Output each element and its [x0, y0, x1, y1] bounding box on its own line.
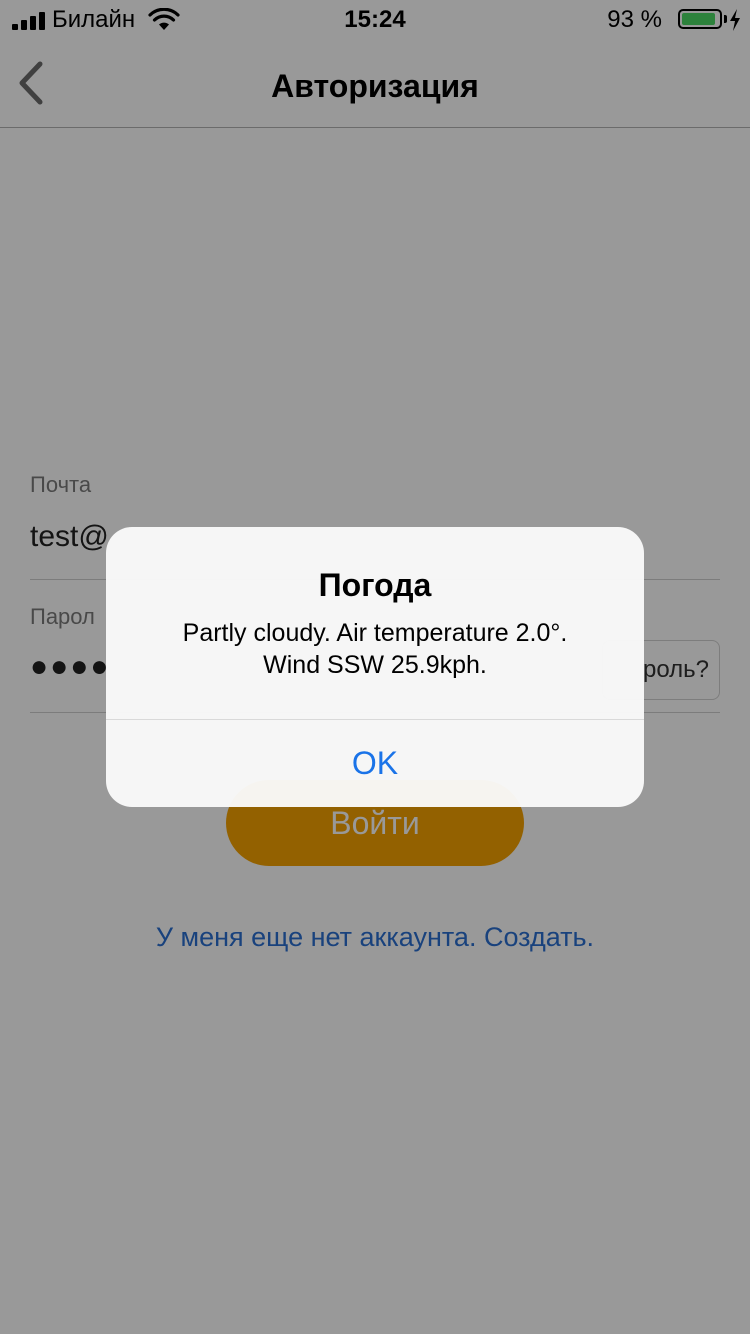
alert-message-line-2: Wind SSW 25.9kph. [263, 651, 487, 679]
weather-alert-dialog: Погода Partly cloudy. Air temperature 2.… [106, 527, 644, 807]
alert-message-line-1: Partly cloudy. Air temperature 2.0°. [182, 619, 568, 647]
alert-title: Погода [318, 567, 432, 603]
alert-ok-button[interactable]: OK [106, 720, 644, 807]
alert-message: Partly cloudy. Air temperature 2.0°. Win… [126, 617, 624, 681]
login-screen: Билайн 15:24 93 % Авторизация Почта test… [0, 0, 750, 1334]
